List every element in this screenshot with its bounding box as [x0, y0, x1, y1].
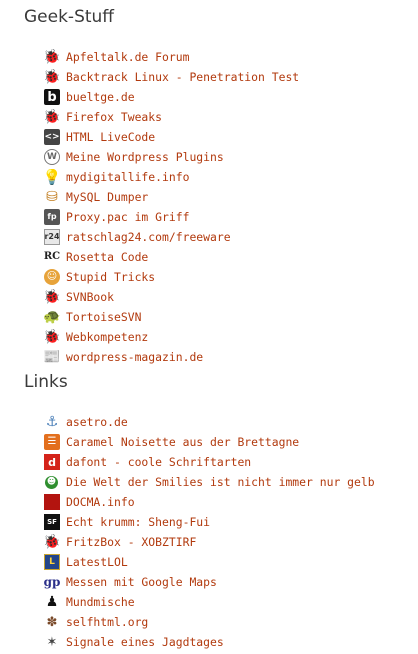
- list-item: SF Echt krumm: Sheng-Fui: [44, 512, 375, 532]
- list-item: 🐞 Firefox Tweaks: [44, 107, 299, 127]
- lightbulb-icon: 💡: [44, 169, 60, 185]
- list-item: 🐞 Backtrack Linux - Penetration Test: [44, 67, 299, 87]
- link-apfeltalk[interactable]: Apfeltalk.de Forum: [66, 50, 189, 64]
- list-item: 📰 wordpress-magazin.de: [44, 347, 299, 367]
- list-item: <> HTML LiveCode: [44, 127, 299, 147]
- magazine-icon: 📰: [44, 349, 60, 365]
- list-item: ⛁ MySQL Dumper: [44, 187, 299, 207]
- list-item: gp Messen mit Google Maps: [44, 572, 375, 592]
- link-jagdtages[interactable]: Signale eines Jagdtages: [66, 635, 224, 649]
- docma-icon: [44, 494, 60, 510]
- stupid-tricks-icon: ☺: [44, 269, 60, 285]
- turtle-icon: 🐢: [44, 309, 60, 325]
- link-firefox-tweaks[interactable]: Firefox Tweaks: [66, 110, 162, 124]
- dafont-icon: d: [44, 454, 60, 470]
- list-item: L LatestLOL: [44, 552, 375, 572]
- list-item: ☺ Stupid Tricks: [44, 267, 299, 287]
- list-item: d dafont - coole Schriftarten: [44, 452, 375, 472]
- list-item: 💡 mydigitallife.info: [44, 167, 299, 187]
- bug-icon: 🐞: [44, 69, 60, 85]
- list-item: 🐞 FritzBox - XOBZTIRF: [44, 532, 375, 552]
- list-item: DOCMA.info: [44, 492, 375, 512]
- bug-icon: 🐞: [44, 534, 60, 550]
- list-item: b bueltge.de: [44, 87, 299, 107]
- link-rosetta-code[interactable]: Rosetta Code: [66, 250, 148, 264]
- r24-logo-icon: r24: [44, 229, 60, 245]
- code-icon: <>: [44, 129, 60, 145]
- list-item: ⚓ asetro.de: [44, 412, 375, 432]
- link-asetro[interactable]: asetro.de: [66, 415, 128, 429]
- list-item: fp Proxy.pac im Griff: [44, 207, 299, 227]
- hunter-icon: ✶: [46, 634, 58, 650]
- section-title-geek-stuff: Geek-Stuff: [24, 7, 115, 27]
- gp-logo-icon: gp: [44, 575, 60, 589]
- list-item: 🐢 TortoiseSVN: [44, 307, 299, 327]
- link-dafont[interactable]: dafont - coole Schriftarten: [66, 455, 251, 469]
- rosetta-code-icon: RC: [44, 251, 60, 262]
- blogroll-widget: Geek-Stuff 🐞 Apfeltalk.de Forum 🐞 Backtrac…: [0, 0, 418, 654]
- link-bueltge[interactable]: bueltge.de: [66, 90, 135, 104]
- person-icon: ♟: [45, 594, 59, 610]
- bug-icon: 🐞: [44, 289, 60, 305]
- link-google-maps[interactable]: Messen mit Google Maps: [66, 575, 217, 589]
- list-item: ♟ Mundmische: [44, 592, 375, 612]
- link-svnbook[interactable]: SVNBook: [66, 290, 114, 304]
- link-latestlol[interactable]: LatestLOL: [66, 555, 128, 569]
- link-ratschlag24[interactable]: ratschlag24.com/freeware: [66, 230, 231, 244]
- link-stupid-tricks[interactable]: Stupid Tricks: [66, 270, 155, 284]
- bug-icon: 🐞: [44, 329, 60, 345]
- link-caramel-noisette[interactable]: Caramel Noisette aus der Brettagne: [66, 435, 299, 449]
- database-icon: ⛁: [46, 189, 58, 205]
- list-item: ☰ Caramel Noisette aus der Brettagne: [44, 432, 375, 452]
- latestlol-icon: L: [44, 554, 60, 570]
- bug-icon: 🐞: [44, 49, 60, 65]
- link-backtrack-linux[interactable]: Backtrack Linux - Penetration Test: [66, 70, 299, 84]
- list-item: ✽ selfhtml.org: [44, 612, 375, 632]
- list-item: ✶ Signale eines Jagdtages: [44, 632, 375, 652]
- list-item: 🐞 SVNBook: [44, 287, 299, 307]
- link-wordpress-magazin[interactable]: wordpress-magazin.de: [66, 350, 203, 364]
- b-logo-icon: b: [44, 89, 60, 105]
- link-mundmische[interactable]: Mundmische: [66, 595, 135, 609]
- link-html-livecode[interactable]: HTML LiveCode: [66, 130, 155, 144]
- list-item: ☻ Die Welt der Smilies ist nicht immer nu…: [44, 472, 375, 492]
- geek-stuff-list: 🐞 Apfeltalk.de Forum 🐞 Backtrack Linux - P…: [44, 47, 299, 367]
- link-proxy-pac[interactable]: Proxy.pac im Griff: [66, 210, 189, 224]
- section-title-links: Links: [24, 372, 68, 392]
- link-sheng-fui[interactable]: Echt krumm: Sheng-Fui: [66, 515, 210, 529]
- list-item: r24 ratschlag24.com/freeware: [44, 227, 299, 247]
- link-webkompetenz[interactable]: Webkompetenz: [66, 330, 148, 344]
- bug-icon: 🐞: [44, 109, 60, 125]
- fp-logo-icon: fp: [44, 209, 60, 225]
- sheng-fui-icon: SF: [44, 514, 60, 530]
- link-mysql-dumper[interactable]: MySQL Dumper: [66, 190, 148, 204]
- wordpress-icon: W: [44, 149, 60, 165]
- link-fritzbox[interactable]: FritzBox - XOBZTIRF: [66, 535, 196, 549]
- link-tortoisesvn[interactable]: TortoiseSVN: [66, 310, 141, 324]
- selfhtml-icon: ✽: [46, 614, 58, 630]
- link-selfhtml[interactable]: selfhtml.org: [66, 615, 148, 629]
- smiley-icon: ☻: [45, 475, 58, 489]
- list-item: 🐞 Webkompetenz: [44, 327, 299, 347]
- link-mydigitallife[interactable]: mydigitallife.info: [66, 170, 189, 184]
- link-smilies[interactable]: Die Welt der Smilies ist nicht immer nur…: [66, 475, 375, 489]
- caramel-icon: ☰: [44, 434, 60, 450]
- list-item: W Meine Wordpress Plugins: [44, 147, 299, 167]
- links-list: ⚓ asetro.de ☰ Caramel Noisette aus der Bre…: [44, 412, 375, 652]
- link-wordpress-plugins[interactable]: Meine Wordpress Plugins: [66, 150, 224, 164]
- list-item: 🐞 Apfeltalk.de Forum: [44, 47, 299, 67]
- link-docma[interactable]: DOCMA.info: [66, 495, 135, 509]
- anchor-icon: ⚓: [45, 414, 59, 430]
- list-item: RC Rosetta Code: [44, 247, 299, 267]
